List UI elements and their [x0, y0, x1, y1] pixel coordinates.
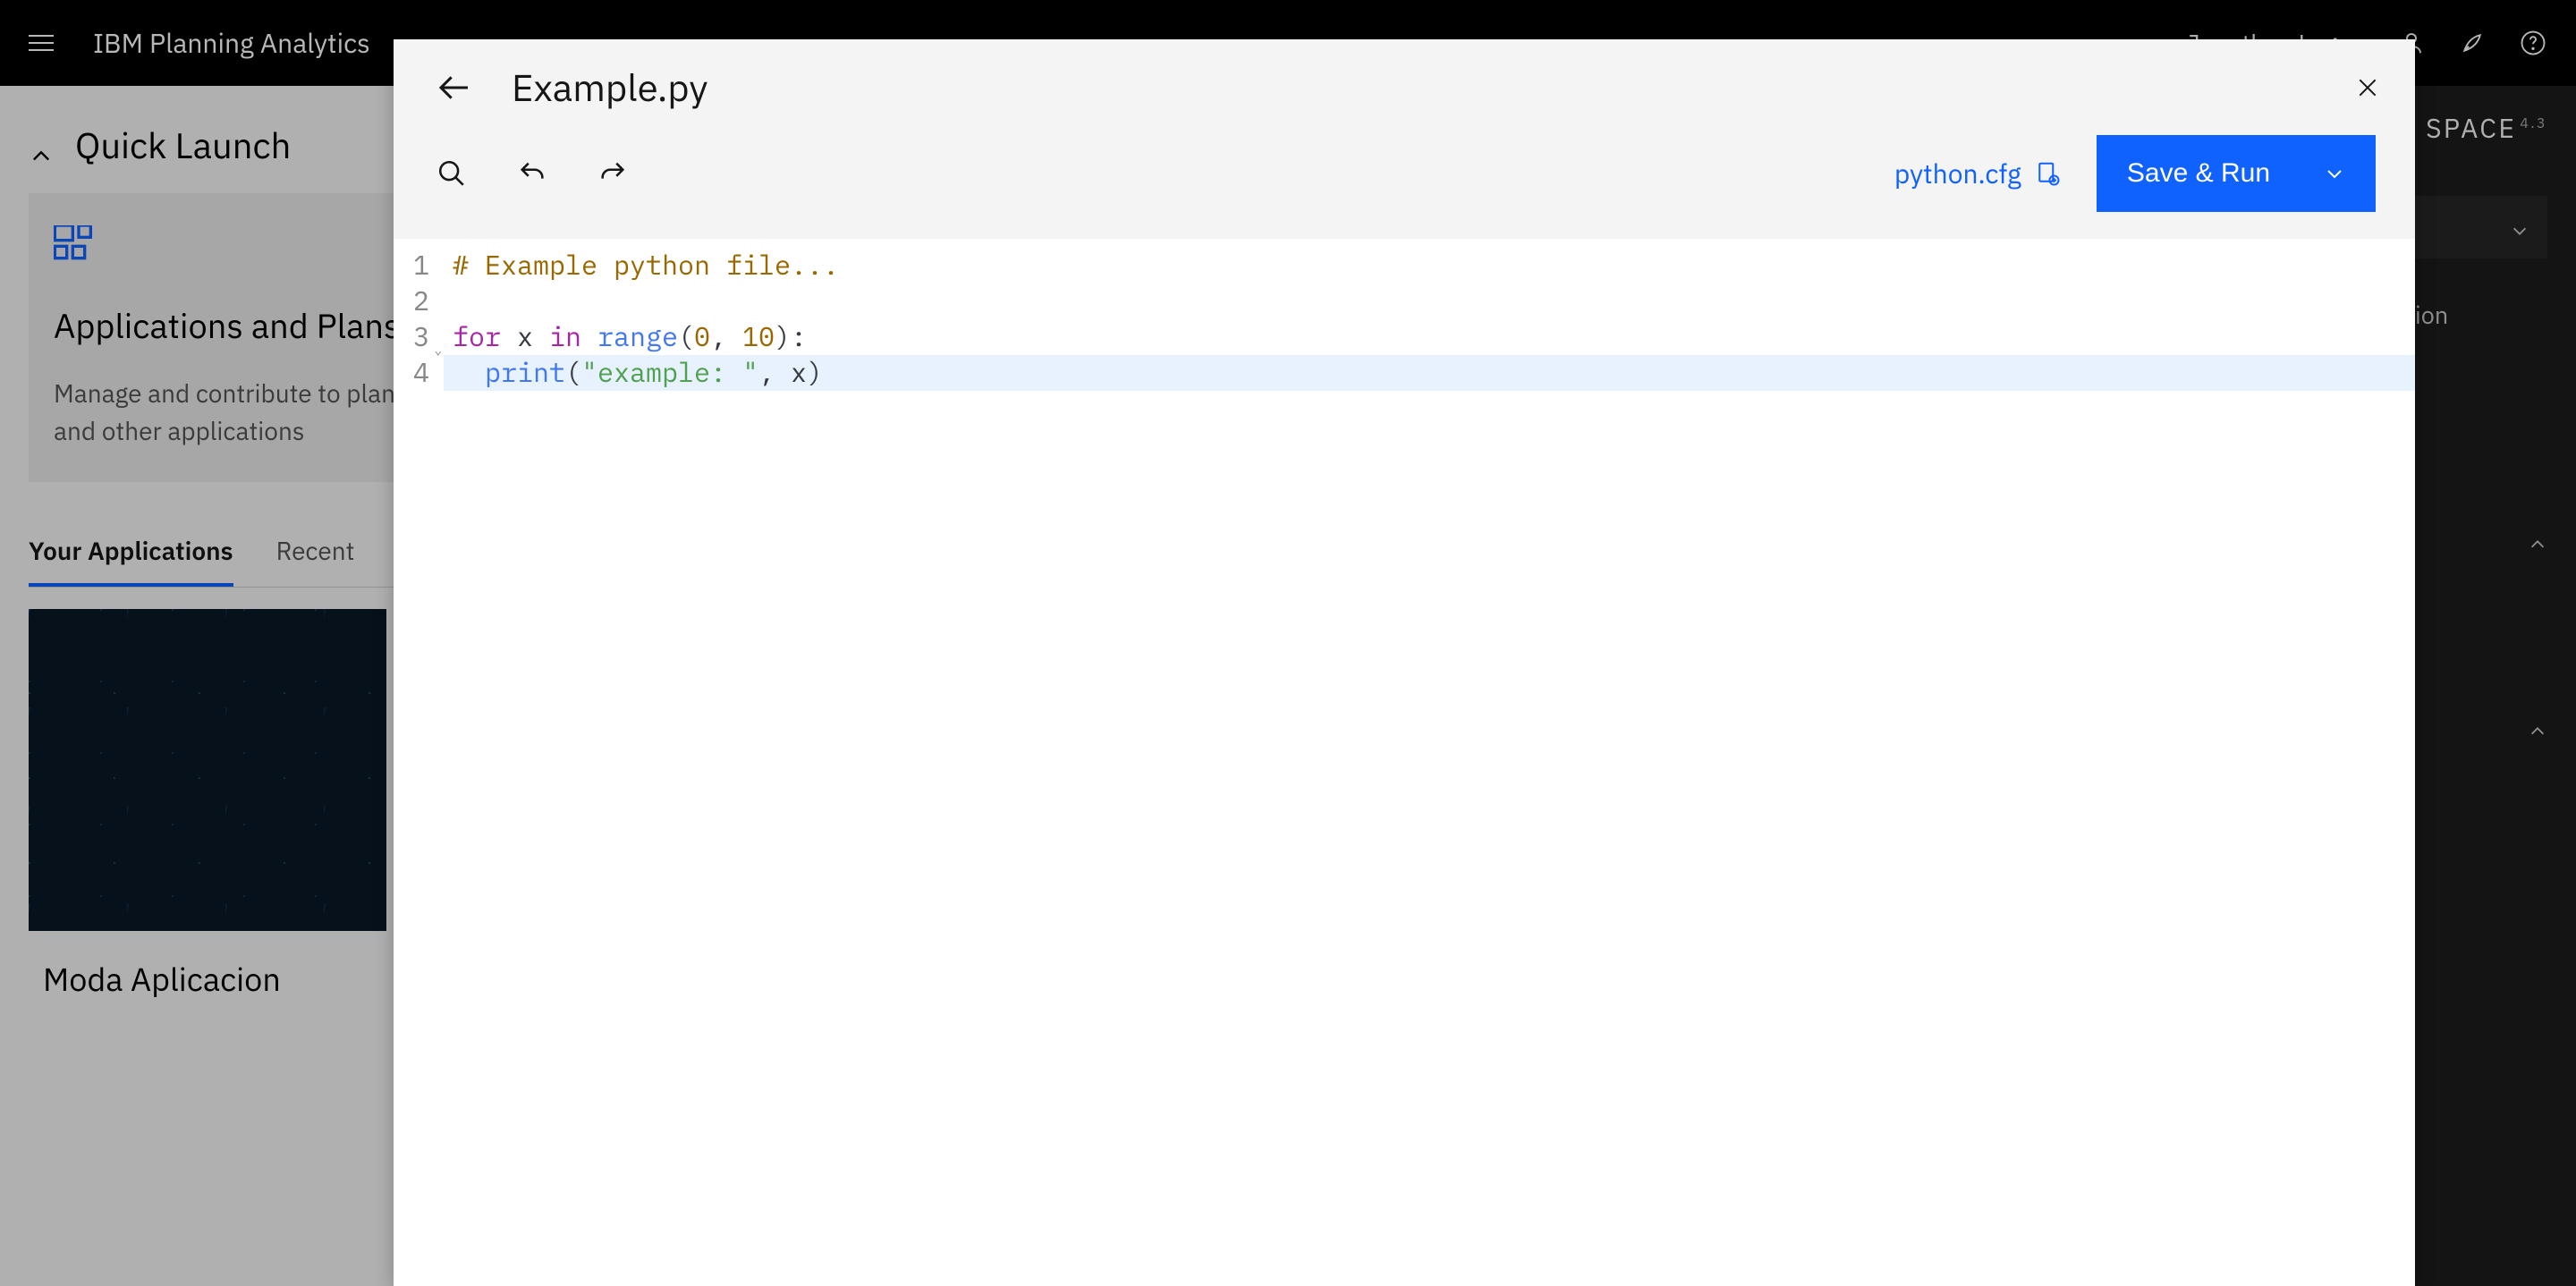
fold-icon[interactable]: ⌄	[435, 332, 442, 368]
code-line: print("example: ", x)	[444, 355, 2415, 391]
save-run-label: Save & Run	[2127, 158, 2270, 189]
code-body[interactable]: # Example python file... for x in range(…	[444, 239, 2415, 1286]
search-button[interactable]	[433, 155, 470, 192]
modal-toolbar: python.cfg Save & Run	[394, 135, 2415, 239]
code-line: for x in range(0, 10):	[444, 319, 2415, 355]
code-line: # Example python file...	[444, 248, 2415, 283]
line-number: 1	[413, 248, 429, 283]
line-gutter: 1 2 3⌄ 4	[394, 239, 444, 1286]
line-number: 2	[413, 283, 429, 319]
code-editor[interactable]: 1 2 3⌄ 4 # Example python file... for x …	[394, 239, 2415, 1286]
save-run-button[interactable]: Save & Run	[2097, 135, 2376, 212]
config-link-label: python.cfg	[1894, 157, 2021, 191]
document-settings-icon	[2034, 160, 2061, 187]
modal-header: Example.py	[394, 39, 2415, 135]
code-line	[444, 283, 2415, 319]
script-editor-modal: Example.py python.cfg Save & Run 1 2 3⌄	[394, 39, 2415, 1286]
undo-button[interactable]	[513, 155, 551, 192]
close-button[interactable]	[2356, 76, 2379, 99]
config-link[interactable]: python.cfg	[1894, 157, 2061, 191]
redo-button[interactable]	[594, 155, 631, 192]
file-title: Example.py	[512, 63, 708, 112]
line-number: 4	[413, 355, 429, 391]
back-button[interactable]	[436, 70, 472, 106]
chevron-down-icon	[2324, 163, 2345, 184]
line-number: 3⌄	[413, 319, 429, 355]
